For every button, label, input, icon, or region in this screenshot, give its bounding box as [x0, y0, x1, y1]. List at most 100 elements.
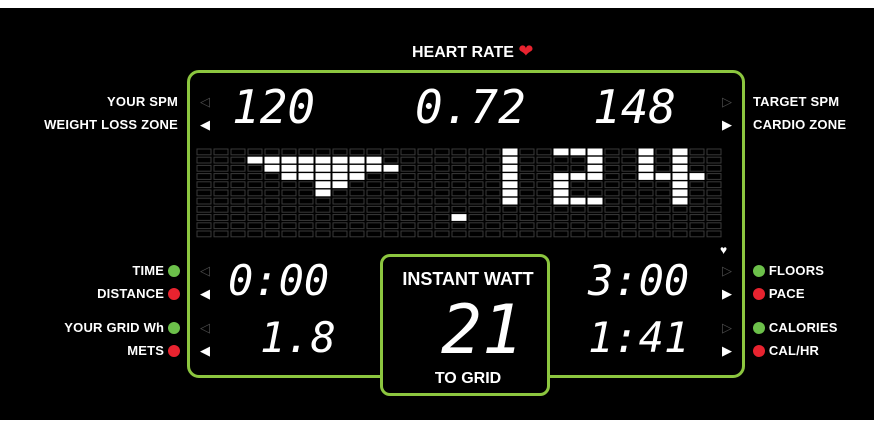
matrix-cell [672, 222, 688, 230]
matrix-cell [587, 189, 603, 197]
matrix-cell [570, 181, 586, 189]
matrix-cell [621, 222, 637, 230]
middle-value: 0.72 [415, 80, 526, 134]
matrix-cell [366, 214, 382, 221]
matrix-cell [468, 205, 484, 213]
matrix-cell [536, 214, 552, 221]
floors-readout: 3:00 [588, 256, 689, 305]
matrix-cell [485, 197, 501, 205]
matrix-cell-lit [315, 173, 331, 180]
matrix-cell-lit [672, 173, 688, 180]
time-label: TIME [132, 263, 165, 278]
matrix-cell [247, 189, 263, 197]
mets-indicator: METS [80, 344, 180, 358]
matrix-cell [621, 173, 637, 180]
matrix-cell [417, 189, 433, 197]
matrix-cell [264, 214, 280, 221]
matrix-cell [400, 156, 416, 164]
matrix-cell-lit [332, 181, 348, 189]
matrix-cell [604, 156, 620, 164]
matrix-cell-lit [366, 156, 382, 164]
matrix-cell [230, 222, 246, 230]
matrix-cell [434, 181, 450, 189]
matrix-cell [332, 222, 348, 230]
matrix-cell [519, 230, 535, 238]
matrix-cell [604, 205, 620, 213]
matrix-cell [587, 205, 603, 213]
matrix-cell [196, 181, 212, 189]
matrix-cell [247, 197, 263, 205]
matrix-cell [434, 148, 450, 156]
matrix-cell [332, 230, 348, 238]
matrix-cell [604, 189, 620, 197]
matrix-cell [332, 189, 348, 197]
instant-watt-title: INSTANT WATT [402, 269, 534, 289]
matrix-cell [553, 156, 569, 164]
matrix-cell [417, 197, 433, 205]
matrix-cell [315, 197, 331, 205]
matrix-cell [213, 148, 229, 156]
matrix-cell [451, 189, 467, 197]
matrix-cell [196, 197, 212, 205]
matrix-cell [434, 230, 450, 238]
matrix-cell [196, 189, 212, 197]
matrix-cell [689, 230, 705, 238]
matrix-cell-lit [553, 148, 569, 156]
matrix-cell [536, 148, 552, 156]
matrix-cell-lit [638, 164, 654, 172]
matrix-cell [519, 222, 535, 230]
matrix-cell [417, 230, 433, 238]
matrix-cell-lit [570, 148, 586, 156]
matrix-cell [196, 205, 212, 213]
mets-arrow-icon: ◀ [200, 343, 210, 358]
matrix-cell [706, 181, 722, 189]
pace-red-dot-icon [753, 288, 765, 300]
matrix-cell [264, 148, 280, 156]
distance-indicator: DISTANCE [60, 287, 180, 301]
matrix-cell-lit [587, 197, 603, 205]
matrix-cell [383, 214, 399, 221]
matrix-cell [264, 205, 280, 213]
matrix-cell [434, 197, 450, 205]
matrix-cell [689, 148, 705, 156]
matrix-cell [349, 230, 365, 238]
matrix-cell [383, 156, 399, 164]
matrix-cell [264, 181, 280, 189]
matrix-cell [315, 205, 331, 213]
matrix-cell [485, 148, 501, 156]
matrix-cell [570, 205, 586, 213]
matrix-cell [536, 156, 552, 164]
matrix-cell-lit [672, 156, 688, 164]
distance-arrow-icon: ◀ [200, 286, 210, 301]
matrix-cell [213, 181, 229, 189]
matrix-cell [485, 189, 501, 197]
matrix-cell [587, 230, 603, 238]
matrix-cell [468, 222, 484, 230]
matrix-cell [349, 148, 365, 156]
matrix-cell-lit [264, 156, 280, 164]
matrix-cell [349, 189, 365, 197]
matrix-cell [213, 156, 229, 164]
matrix-cell [247, 214, 263, 221]
matrix-cell-lit [383, 164, 399, 172]
matrix-cell [621, 181, 637, 189]
matrix-cell [570, 164, 586, 172]
matrix-cell [536, 189, 552, 197]
matrix-cell-lit [298, 156, 314, 164]
matrix-cell [281, 189, 297, 197]
matrix-cell [689, 197, 705, 205]
instant-watt-readout: 21 [441, 291, 523, 370]
matrix-cell [332, 214, 348, 221]
matrix-cell-lit [298, 164, 314, 172]
weight-loss-zone-label: WEIGHT LOSS ZONE [44, 117, 178, 132]
matrix-cell [281, 205, 297, 213]
matrix-cell-lit [553, 197, 569, 205]
matrix-cell-lit [451, 214, 467, 221]
matrix-cell-lit [502, 173, 518, 180]
matrix-cell [451, 156, 467, 164]
grid-wh-readout: 1.8 [260, 313, 336, 362]
matrix-cell [247, 205, 263, 213]
matrix-cell-lit [332, 173, 348, 180]
matrix-cell [383, 148, 399, 156]
matrix-cell [383, 230, 399, 238]
